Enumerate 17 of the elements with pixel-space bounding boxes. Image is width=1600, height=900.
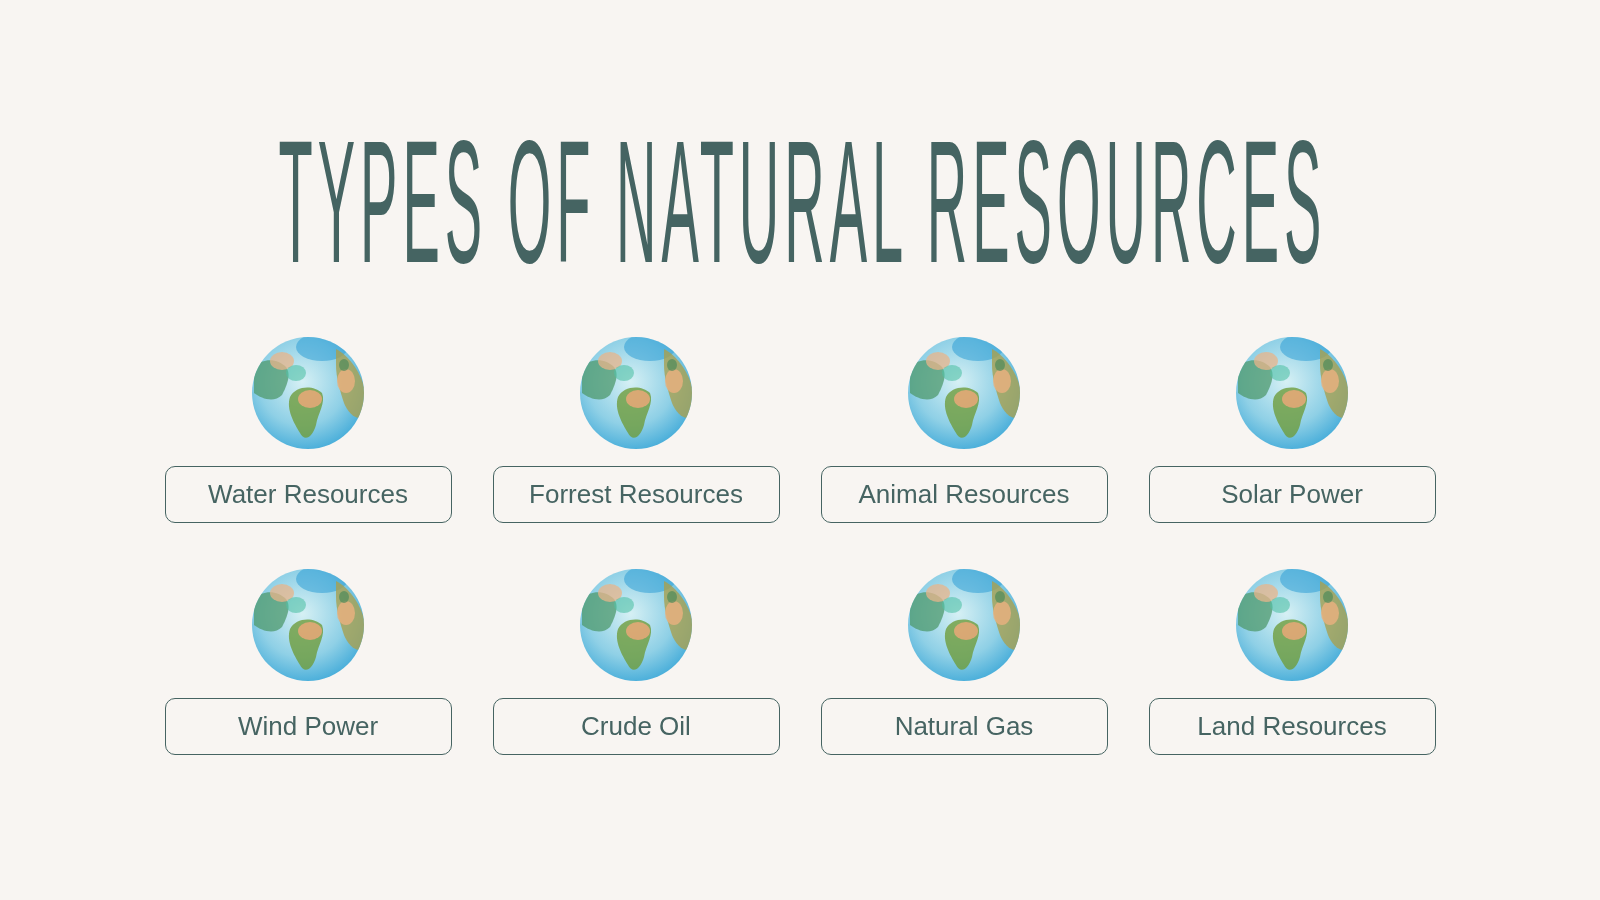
resource-label: Water Resources	[164, 466, 452, 523]
globe-icon	[1236, 337, 1348, 449]
globe-icon	[580, 337, 692, 449]
resource-label: Crude Oil	[492, 698, 780, 755]
resource-label: Natural Gas	[820, 698, 1108, 755]
resource-label: Land Resources	[1148, 698, 1436, 755]
globe-icon	[1236, 569, 1348, 681]
globe-icon	[908, 569, 1020, 681]
globe-icon	[580, 569, 692, 681]
globe-icon	[908, 337, 1020, 449]
resource-label: Wind Power	[164, 698, 452, 755]
globe-icon	[252, 569, 364, 681]
resource-label: Animal Resources	[820, 466, 1108, 523]
resource-label: Forrest Resources	[492, 466, 780, 523]
resource-label: Solar Power	[1148, 466, 1436, 523]
globe-icon	[252, 337, 364, 449]
slide-title: TYPES OF NATURAL RESOURCES	[277, 138, 1327, 269]
